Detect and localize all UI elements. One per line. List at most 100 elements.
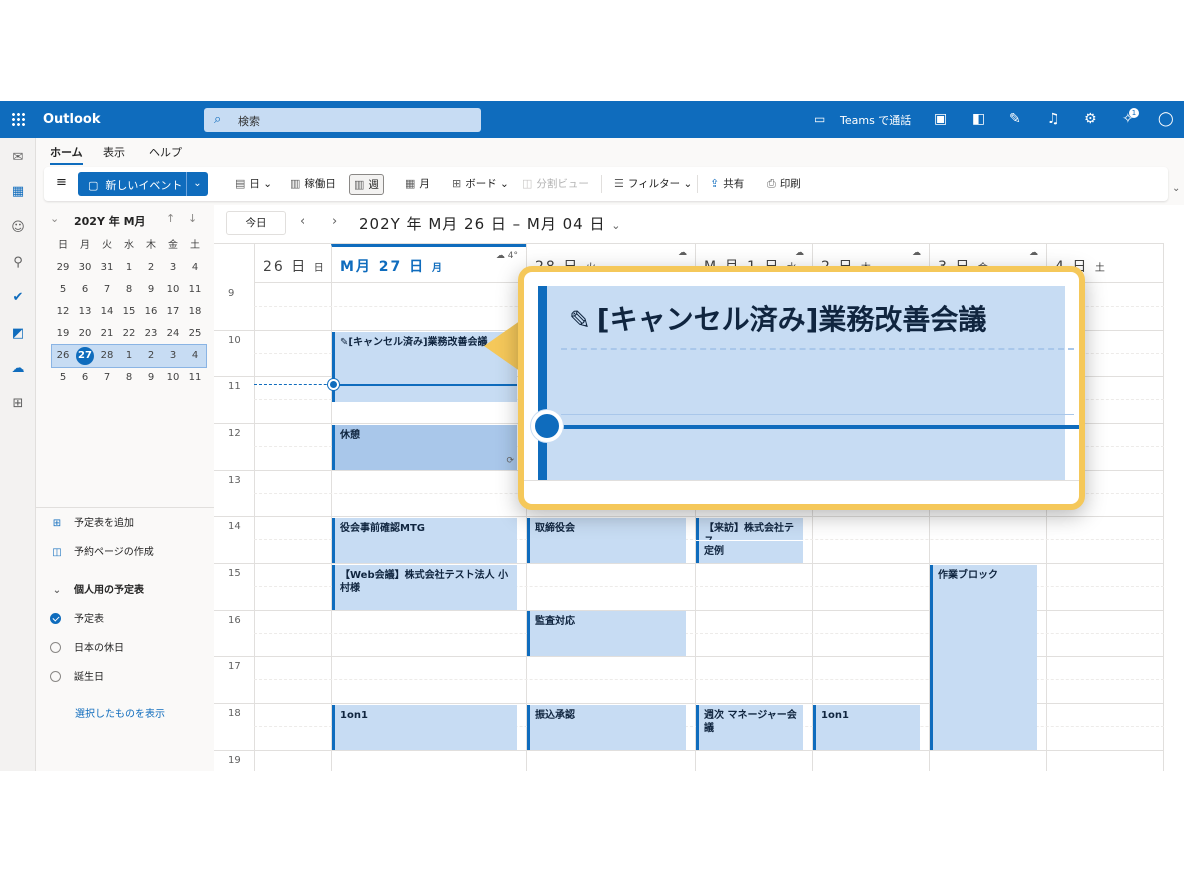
minical-day[interactable]: 13 (74, 301, 96, 323)
minical-day[interactable]: 3 (162, 257, 184, 279)
minical-day[interactable]: 11 (184, 279, 206, 301)
minical-day[interactable]: 10 (162, 279, 184, 301)
event-weekly-manager[interactable]: 週次 マネージャー会議 (696, 705, 803, 750)
calendar-item-birthdays[interactable]: 誕生日 (50, 668, 104, 683)
office-icon[interactable]: ◧ (972, 111, 985, 127)
minical-day[interactable]: 7 (96, 279, 118, 301)
event-break[interactable]: 休憩 ⟳ (332, 425, 517, 470)
tab-view[interactable]: 表示 (103, 144, 125, 160)
minical-day[interactable]: 15 (118, 301, 140, 323)
minical-day[interactable]: 25 (184, 323, 206, 345)
minical-day[interactable]: 17 (162, 301, 184, 323)
tab-help[interactable]: ヘルプ (149, 144, 182, 160)
day-header[interactable]: 26 日 日 (254, 244, 331, 283)
todo-icon[interactable]: ✎ (1009, 111, 1021, 127)
minical-day[interactable]: 8 (118, 367, 140, 389)
onedrive-icon[interactable]: ☁ (10, 361, 26, 377)
minical-day[interactable]: 6 (74, 367, 96, 389)
unchecked-icon[interactable] (50, 671, 61, 682)
mail-icon[interactable]: ✉ (10, 150, 26, 166)
minical-day[interactable]: 19 (52, 323, 74, 345)
booking-page-link[interactable]: ◫ 予約ページの作成 (50, 543, 154, 558)
print-button[interactable]: ⎙ 印刷 (767, 175, 801, 193)
minical-day[interactable]: 3 (162, 345, 184, 367)
minical-day[interactable]: 24 (162, 323, 184, 345)
month-view-button[interactable]: ▦ 月 (405, 175, 430, 193)
minical-day[interactable]: 18 (184, 301, 206, 323)
event-work-block[interactable]: 作業ブロック (930, 565, 1037, 750)
minical-day[interactable]: 1 (118, 345, 140, 367)
day-view-button[interactable]: ▤ 日 ⌄ (235, 175, 272, 193)
show-selected-link[interactable]: 選択したものを表示 (75, 705, 165, 720)
event-board[interactable]: 取締役会 (527, 518, 686, 563)
minical-day[interactable]: 11 (184, 367, 206, 389)
event-pre-board[interactable]: 役会事前確認MTG (332, 518, 517, 563)
teams-icon[interactable]: ◩ (10, 326, 26, 342)
checked-icon[interactable] (50, 613, 61, 624)
minical-day[interactable]: 20 (74, 323, 96, 345)
teams-call-button[interactable]: Teams で通話 (840, 112, 911, 128)
minical-day[interactable]: 12 (52, 301, 74, 323)
split-view-button[interactable]: ◫ 分割ビュー (522, 175, 589, 193)
minical-day[interactable]: 23 (140, 323, 162, 345)
search-box[interactable]: ⌕ 検索 (204, 108, 481, 132)
minical-collapse-icon[interactable]: ⌄ (50, 212, 59, 225)
chat-icon[interactable]: ▣ (934, 111, 947, 127)
minical-day[interactable]: 4 (184, 345, 206, 367)
attach-icon[interactable]: ⚲ (10, 255, 26, 271)
calendar-icon[interactable]: ▦ (10, 184, 26, 200)
personal-calendars-group[interactable]: ⌄ 個人用の予定表 (50, 581, 144, 596)
date-range-title[interactable]: 202Y 年 M月 26 日 – M月 04 日 ⌄ (359, 213, 622, 234)
minical-day[interactable]: 10 (162, 367, 184, 389)
event-1on1-2[interactable]: 1on1 (813, 705, 920, 750)
event-regular[interactable]: 定例 (696, 541, 803, 563)
minical-day[interactable]: 7 (96, 367, 118, 389)
minical-day[interactable]: 2 (140, 257, 162, 279)
bell-icon[interactable]: ♫ (1047, 111, 1060, 127)
minical-day[interactable]: 26 (52, 345, 74, 367)
more-apps-icon[interactable]: ⊞ (10, 396, 26, 412)
app-name[interactable]: Outlook (43, 112, 100, 127)
minical-day[interactable]: 9 (140, 367, 162, 389)
minical-title[interactable]: 202Y 年 M月 (74, 213, 146, 229)
calendar-item-main[interactable]: 予定表 (50, 610, 104, 625)
share-button[interactable]: ⇪ 共有 (710, 175, 744, 193)
minical-day[interactable]: 9 (140, 279, 162, 301)
add-calendar-link[interactable]: ⊞ 予定表を追加 (50, 514, 134, 529)
minical-day[interactable]: 8 (118, 279, 140, 301)
filter-button[interactable]: ☰ フィルター ⌄ (614, 175, 692, 193)
gear-icon[interactable]: ⚙ (1084, 111, 1097, 127)
week-view-button[interactable]: ▥ 週 (349, 174, 384, 195)
minical-day[interactable]: 28 (96, 345, 118, 367)
today-button[interactable]: 今日 (226, 211, 286, 235)
new-event-button[interactable]: ▢ 新しいイベント ⌄ (78, 172, 208, 196)
minical-day[interactable]: 14 (96, 301, 118, 323)
people-icon[interactable]: ☺ (10, 220, 26, 236)
event-transfer[interactable]: 振込承認 (527, 705, 686, 750)
minical-day[interactable]: 5 (52, 367, 74, 389)
minical-prev-button[interactable]: ↑ (166, 212, 175, 225)
minical-day[interactable]: 31 (96, 257, 118, 279)
unchecked-icon[interactable] (50, 642, 61, 653)
menu-icon[interactable]: ≡ (56, 174, 67, 192)
board-view-button[interactable]: ⊞ ボード ⌄ (452, 175, 509, 193)
next-week-button[interactable]: › (332, 214, 337, 229)
minical-day[interactable]: 4 (184, 257, 206, 279)
event-web-meeting[interactable]: 【Web会議】株式会社テスト法人 小村様 (332, 565, 517, 610)
app-launcher-icon[interactable] (11, 112, 25, 126)
prev-week-button[interactable]: ‹ (300, 214, 305, 229)
minical-today[interactable]: 27 (74, 345, 96, 367)
account-icon[interactable]: ◯ (1158, 111, 1174, 127)
minical-day[interactable]: 2 (140, 345, 162, 367)
day-header-today[interactable]: M月 27 日 月 ☁ 4° (331, 244, 526, 283)
minical-day[interactable]: 16 (140, 301, 162, 323)
todo-check-icon[interactable]: ✔ (10, 290, 26, 306)
minical-day[interactable]: 5 (52, 279, 74, 301)
ribbon-collapse-icon[interactable]: ⌄ (1172, 183, 1180, 194)
minical-day[interactable]: 22 (118, 323, 140, 345)
new-event-dropdown[interactable]: ⌄ (186, 172, 208, 196)
minical-day[interactable]: 21 (96, 323, 118, 345)
event-1on1[interactable]: 1on1 (332, 705, 517, 750)
minical-day[interactable]: 29 (52, 257, 74, 279)
minical-day[interactable]: 30 (74, 257, 96, 279)
